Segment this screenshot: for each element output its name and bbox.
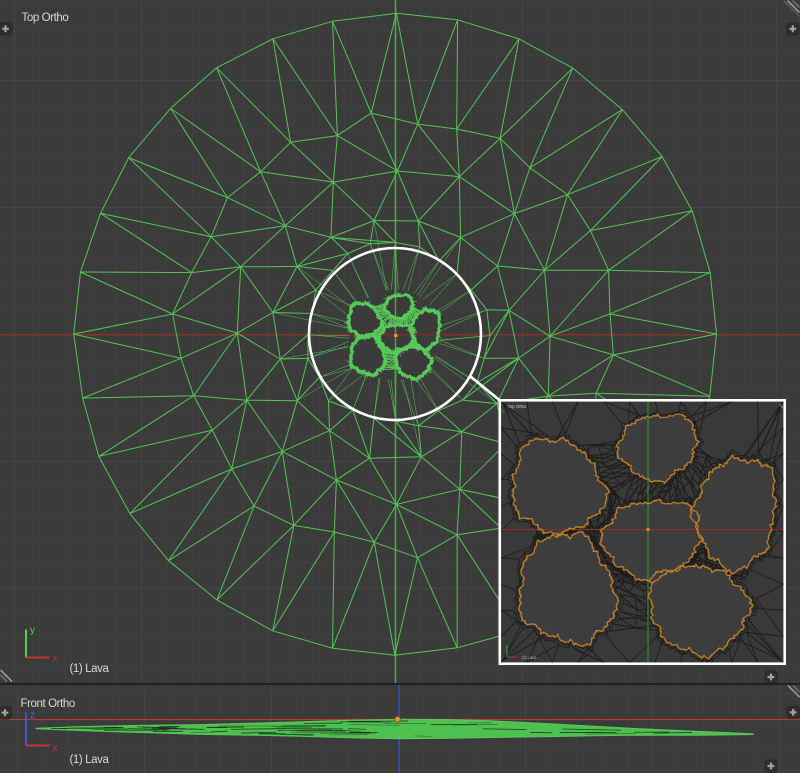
svg-text:z: z — [30, 710, 35, 721]
svg-text:x: x — [53, 743, 58, 754]
svg-text:(1) Lava: (1) Lava — [70, 663, 110, 675]
svg-text:(1) Lava: (1) Lava — [522, 655, 538, 660]
svg-text:(1) Lava: (1) Lava — [70, 754, 110, 766]
svg-text:Top Ortho: Top Ortho — [22, 12, 69, 24]
svg-text:Top Ortho: Top Ortho — [508, 404, 527, 409]
svg-text:x: x — [53, 653, 58, 664]
svg-text:Front Ortho: Front Ortho — [21, 698, 75, 710]
svg-text:y: y — [30, 625, 35, 636]
